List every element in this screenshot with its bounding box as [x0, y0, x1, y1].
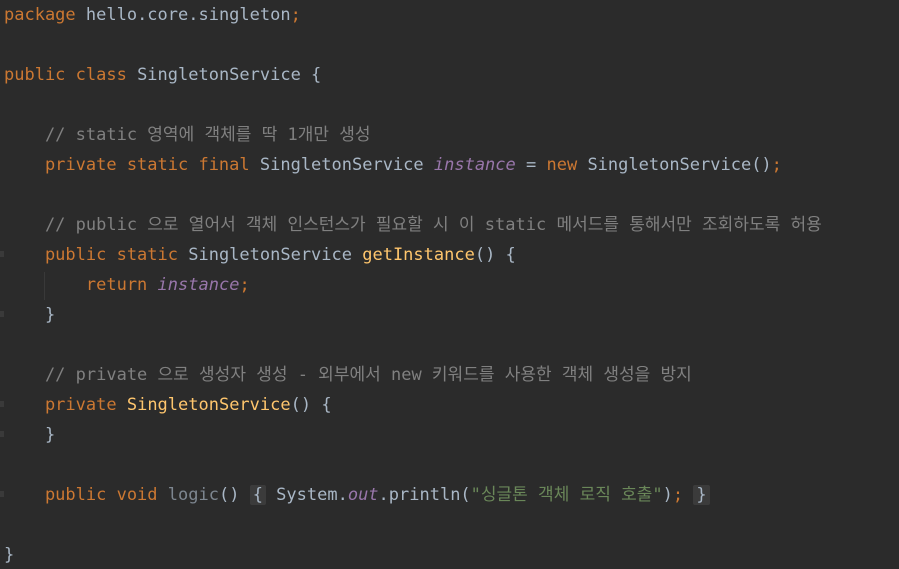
code-token: SingletonService(): [577, 155, 772, 175]
code-token: }: [693, 485, 710, 505]
code-line[interactable]: return instance;: [4, 270, 250, 300]
code-token: }: [4, 425, 56, 445]
code-token: }: [4, 305, 56, 325]
code-token: SingletonService: [178, 245, 363, 265]
code-token: () {: [290, 395, 332, 415]
code-token: instance: [433, 155, 516, 175]
code-token: {: [249, 485, 266, 505]
code-token: getInstance: [362, 245, 475, 265]
code-token: System.: [265, 485, 348, 505]
code-line[interactable]: }: [4, 420, 55, 450]
code-token: () {: [474, 245, 516, 265]
code-token: ;: [672, 485, 684, 505]
code-token: public void: [4, 485, 158, 505]
code-token: new: [546, 155, 578, 175]
code-token: public class: [4, 65, 127, 85]
code-token: SingletonService {: [126, 65, 322, 85]
code-token: }: [4, 545, 15, 565]
code-line[interactable]: public class SingletonService {: [4, 60, 321, 90]
code-token: ): [662, 485, 673, 505]
code-line[interactable]: public void logic() { System.out.println…: [4, 480, 710, 510]
code-token: SingletonService: [126, 395, 291, 415]
code-line[interactable]: }: [4, 540, 14, 569]
code-token: return: [4, 275, 148, 295]
code-token: (): [218, 485, 250, 505]
code-token: ;: [771, 155, 782, 175]
code-token: SingletonService: [249, 155, 434, 175]
code-token: // public 으로 열어서 객체 인스턴스가 필요할 시 이 static…: [4, 215, 822, 235]
code-token: instance: [157, 275, 240, 295]
code-token: private static final: [4, 155, 250, 175]
code-token: private: [4, 395, 117, 415]
code-token: =: [515, 155, 547, 175]
code-token: hello.core.singleton: [75, 5, 291, 25]
code-line[interactable]: public static SingletonService getInstan…: [4, 240, 516, 270]
code-line[interactable]: private static final SingletonService in…: [4, 150, 782, 180]
code-line[interactable]: }: [4, 300, 55, 330]
code-editor[interactable]: package hello.core.singleton; public clas…: [0, 0, 899, 569]
code-token: package: [4, 5, 76, 25]
code-line[interactable]: // public 으로 열어서 객체 인스턴스가 필요할 시 이 static…: [4, 210, 822, 240]
code-token: logic: [167, 485, 219, 505]
code-token: public static: [4, 245, 178, 265]
code-token: out: [347, 485, 379, 505]
code-token: "싱글톤 객체 로직 호출": [470, 485, 663, 505]
code-line[interactable]: // static 영역에 객체를 딱 1개만 생성: [4, 120, 371, 150]
code-token: // static 영역에 객체를 딱 1개만 생성: [4, 125, 371, 145]
code-token: ;: [239, 275, 250, 295]
code-line[interactable]: // private 으로 생성자 생성 - 외부에서 new 키워드를 사용한…: [4, 360, 692, 390]
code-token: .println(: [378, 485, 471, 505]
code-line[interactable]: package hello.core.singleton;: [4, 0, 301, 30]
code-token: ;: [290, 5, 301, 25]
code-line[interactable]: private SingletonService() {: [4, 390, 332, 420]
code-token: // private 으로 생성자 생성 - 외부에서 new 키워드를 사용한…: [4, 365, 692, 385]
